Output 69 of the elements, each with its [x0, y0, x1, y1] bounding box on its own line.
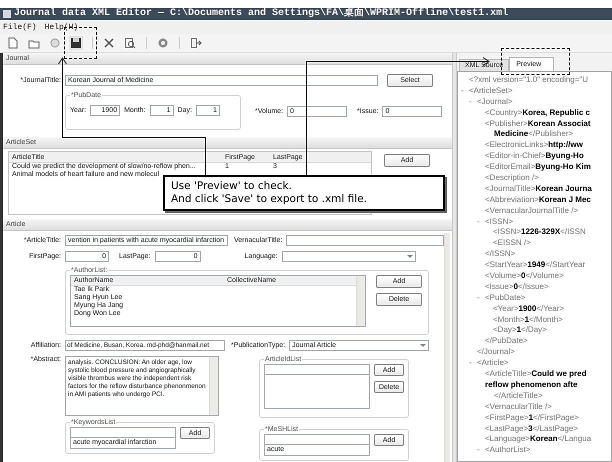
xml-line: <FirstPage>1</FirstPage> — [485, 412, 579, 424]
xml-line: <PubDate> — [485, 292, 526, 304]
callout-text: Use 'Preview' to check. — [171, 180, 293, 193]
xml-line: <Volume>0</Volume> — [485, 271, 564, 282]
collapse-toggle[interactable]: - — [477, 292, 480, 302]
xml-line: <Editor-in-Chief>Byung-Ho — [485, 151, 584, 162]
xml-line: <Month>1</Month> — [493, 314, 563, 326]
toolbar-button[interactable] — [123, 36, 137, 50]
document-icon — [7, 37, 19, 49]
xml-line: <ArticleSet> — [469, 86, 513, 97]
callout-text: And click 'Save' to export to .xml file. — [171, 193, 368, 206]
app-icon — [3, 10, 11, 18]
xml-line: <Year>1900</Year> — [493, 304, 564, 315]
xml-line: <AuthorList> — [485, 445, 530, 456]
xml-line: <?xml version="1.0" encoding="U — [469, 75, 588, 86]
xml-line: <Language>Korean</Langua — [485, 434, 592, 446]
xml-line: <ArticleTitle>Could we pred — [485, 369, 587, 380]
scrollbar[interactable] — [356, 276, 365, 326]
circle-icon — [49, 37, 61, 49]
xml-line: <ISSN> — [485, 216, 514, 228]
cross-icon — [103, 37, 115, 49]
window-title: Journal data XML Editor — C:\Documents and Settings\FA\桌面\WPRIM-Offline\test1.xml — [14, 8, 508, 20]
xml-line: </ArticleTitle> — [494, 390, 543, 402]
collapse-toggle[interactable]: - — [477, 216, 480, 226]
toolbar-button[interactable] — [6, 36, 20, 50]
scrollbar[interactable] — [209, 357, 218, 415]
xml-line: <VernacularTitle /> — [485, 402, 552, 413]
xml-line: </Journal> — [477, 347, 515, 358]
xml-line: <VernacularJournalTitle /> — [485, 206, 578, 217]
xml-line: <Country>Korea, Republic c — [485, 108, 590, 119]
toolbar-button[interactable] — [189, 36, 203, 50]
abstract-field[interactable] — [65, 356, 219, 416]
xml-line: <Abbreviation>Korean J Mec — [485, 194, 591, 206]
xml-line: <LastPage>3</LastPage> — [485, 424, 578, 434]
xml-line: <EISSN /> — [493, 238, 531, 250]
xml-line: reflow phenomenon afte — [485, 380, 578, 391]
xml-line: <ElectronicLinks>http://ww — [485, 140, 583, 152]
keyword-field[interactable] — [70, 427, 176, 438]
xml-line: <EditorEmail>Byung-Ho Kim — [485, 162, 591, 174]
toolbar-button[interactable] — [69, 36, 83, 50]
mesh-field[interactable] — [264, 434, 370, 445]
save-icon — [70, 37, 82, 49]
xml-line: <Day>1</Day> — [493, 325, 547, 336]
xml-line: Medicine</Publisher> — [494, 129, 574, 140]
xml-line: <JournalTitle>Korean Journa — [485, 184, 592, 195]
xml-line: <Issue>0</Issue> — [485, 282, 549, 293]
xml-line: <ISSN>1226-329X</ISSN — [493, 227, 586, 238]
xml-line: <Article> — [477, 358, 509, 370]
collapse-toggle[interactable]: - — [469, 358, 472, 368]
xml-line: </PubDate> — [485, 336, 528, 348]
magnifier-icon — [124, 37, 136, 49]
xml-line: <StartYear>1949</StartYear — [485, 260, 586, 272]
caret-icon — [406, 255, 413, 258]
collapse-toggle[interactable]: - — [461, 86, 464, 95]
menu-item[interactable]: Help(H) — [44, 22, 78, 32]
xml-line: </ISSN> — [485, 249, 516, 260]
collapse-toggle[interactable]: - — [469, 96, 472, 106]
vernacular-title-field[interactable] — [286, 235, 444, 246]
menu-item[interactable]: File(F) — [3, 22, 37, 32]
xml-line: <Journal> — [477, 96, 513, 108]
exit-icon — [190, 37, 202, 49]
article-id-field[interactable] — [264, 364, 370, 375]
toolbar-button[interactable] — [102, 36, 116, 50]
xml-line: <Description /> — [485, 173, 539, 184]
scrollbar[interactable] — [444, 233, 450, 462]
xml-line: <Publisher>Korean Associat — [485, 118, 591, 130]
caret-icon — [420, 344, 426, 347]
language-dropdown[interactable] — [282, 251, 416, 262]
collapse-toggle[interactable]: - — [477, 445, 480, 454]
